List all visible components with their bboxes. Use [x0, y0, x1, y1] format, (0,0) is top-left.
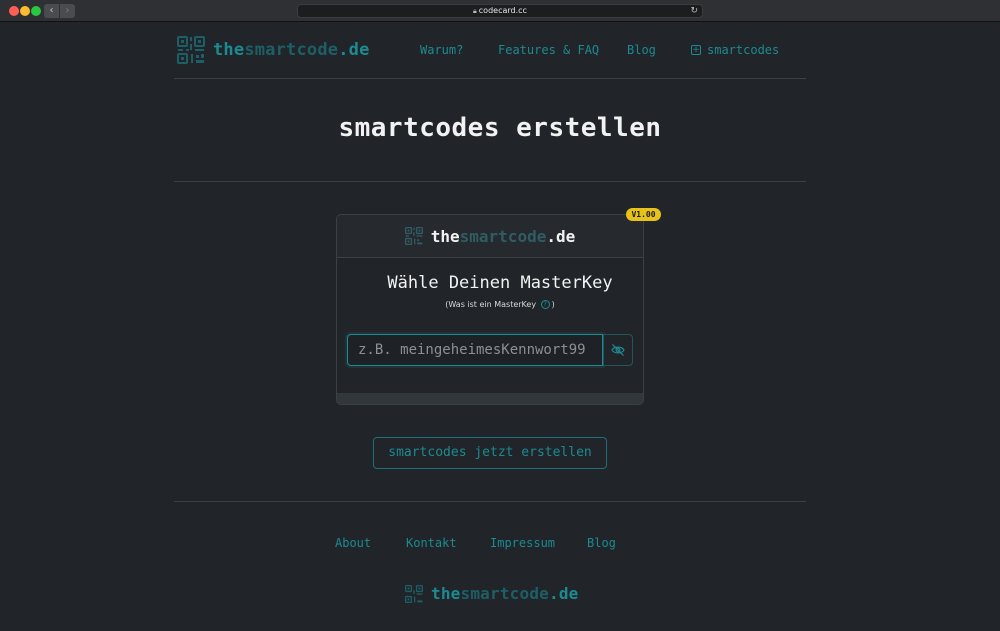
footer-link-about[interactable]: About: [335, 536, 371, 550]
card-title: Wähle Deinen MasterKey: [387, 273, 613, 293]
browser-toolbar: ‹ › 🔒︎ codecard.cc ↻: [0, 0, 1000, 22]
plus-square-icon: +: [691, 45, 701, 55]
masterkey-card: thesmartcode.de: [336, 214, 644, 405]
close-window-button[interactable]: [9, 6, 19, 16]
footer-link-kontakt[interactable]: Kontakt: [406, 536, 457, 550]
logo-text: thesmartcode.de: [213, 40, 370, 60]
back-button[interactable]: ‹: [44, 4, 59, 18]
card-header: thesmartcode.de: [337, 215, 643, 258]
reload-icon[interactable]: ↻: [690, 5, 698, 17]
password-visibility-toggle[interactable]: [603, 334, 633, 366]
eye-slash-icon: [611, 344, 625, 356]
lock-icon: 🔒︎: [473, 7, 477, 15]
maximize-window-button[interactable]: [31, 6, 41, 16]
site-logo[interactable]: thesmartcode.de: [177, 36, 370, 64]
nav-link-smartcodes[interactable]: + smartcodes: [691, 43, 779, 57]
url-text: codecard.cc: [478, 6, 527, 15]
card-footer: [337, 393, 643, 404]
page-title: smartcodes erstellen: [338, 113, 662, 143]
version-badge: V1.00: [626, 208, 661, 221]
card-logo-text: thesmartcode.de: [430, 226, 576, 246]
forward-button[interactable]: ›: [60, 4, 75, 18]
qr-code-icon: [404, 227, 423, 245]
nav-link-blog[interactable]: Blog: [627, 43, 656, 57]
create-smartcodes-button[interactable]: smartcodes jetzt erstellen: [373, 437, 607, 469]
divider: [174, 501, 806, 502]
footer-link-impressum[interactable]: Impressum: [490, 536, 555, 550]
minimize-window-button[interactable]: [20, 6, 30, 16]
masterkey-input[interactable]: [347, 334, 603, 366]
masterkey-help-text: (Was ist ein MasterKey ?): [445, 300, 555, 309]
footer-logo-text: thesmartcode.de: [431, 584, 579, 603]
site-header: thesmartcode.de Warum? Features & FAQ Bl…: [174, 22, 806, 79]
address-bar[interactable]: 🔒︎ codecard.cc ↻: [297, 4, 703, 18]
qr-code-icon: [177, 36, 205, 64]
question-circle-icon[interactable]: ?: [540, 300, 550, 309]
divider: [174, 181, 806, 182]
nav-link-warum[interactable]: Warum?: [420, 43, 463, 57]
nav-link-features-faq[interactable]: Features & FAQ: [498, 43, 599, 57]
qr-code-icon: [405, 584, 423, 603]
footer-link-blog[interactable]: Blog: [587, 536, 616, 550]
footer-logo[interactable]: thesmartcode.de: [405, 584, 579, 603]
